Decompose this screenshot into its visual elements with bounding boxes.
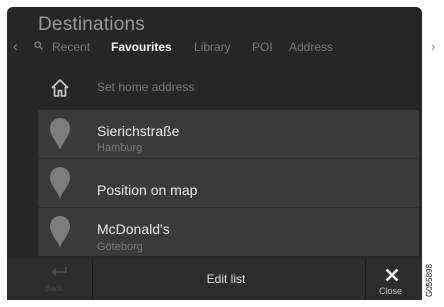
- set-home-address-label: Set home address: [97, 80, 195, 94]
- destination-name: McDonald's: [97, 221, 170, 237]
- close-label: Close: [379, 286, 403, 296]
- tab-bar: ‹ Recent Favourites Library POI Address: [7, 38, 422, 57]
- back-arrow-icon: [51, 267, 67, 276]
- destination-location: Hamburg: [97, 142, 143, 154]
- page-title: Destinations: [38, 14, 145, 35]
- map-pin-icon: [50, 118, 70, 150]
- home-icon: [51, 79, 69, 97]
- map-pin-icon: [50, 167, 70, 199]
- search-icon[interactable]: [34, 41, 43, 50]
- close-button[interactable]: Close: [366, 259, 422, 300]
- set-home-address-row[interactable]: Set home address: [7, 67, 422, 109]
- destination-location: Göteborg: [97, 241, 143, 253]
- list-item-sierichstrasse[interactable]: Sierichstraße Hamburg: [38, 110, 419, 158]
- scroll-left-arrow-icon[interactable]: ‹: [13, 38, 18, 54]
- edit-list-button[interactable]: Edit list: [93, 259, 359, 300]
- tab-recent[interactable]: Recent: [52, 40, 90, 54]
- destination-name: Sierichstraße: [97, 123, 180, 139]
- list-item-mcdonalds[interactable]: McDonald's Göteborg: [38, 208, 419, 256]
- scroll-right-arrow-icon[interactable]: ›: [431, 38, 436, 54]
- bottom-toolbar: Back Edit list Close: [7, 259, 422, 300]
- figure-code: G055898: [425, 264, 434, 297]
- tab-favourites[interactable]: Favourites: [111, 40, 172, 54]
- close-icon: [385, 268, 399, 282]
- tab-library[interactable]: Library: [194, 40, 231, 54]
- favourites-list: Sierichstraße Hamburg Position on map Mc…: [38, 110, 419, 256]
- back-button[interactable]: Back: [18, 259, 92, 300]
- tab-address[interactable]: Address: [289, 40, 333, 54]
- navigation-screen: Destinations ‹ Recent Favourites Library…: [7, 7, 422, 300]
- map-pin-icon: [50, 216, 70, 248]
- destination-name: Position on map: [97, 182, 198, 198]
- list-item-position-on-map[interactable]: Position on map: [38, 159, 419, 207]
- back-label: Back: [45, 284, 63, 293]
- tab-poi[interactable]: POI: [252, 40, 273, 54]
- edit-list-label: Edit list: [206, 272, 246, 286]
